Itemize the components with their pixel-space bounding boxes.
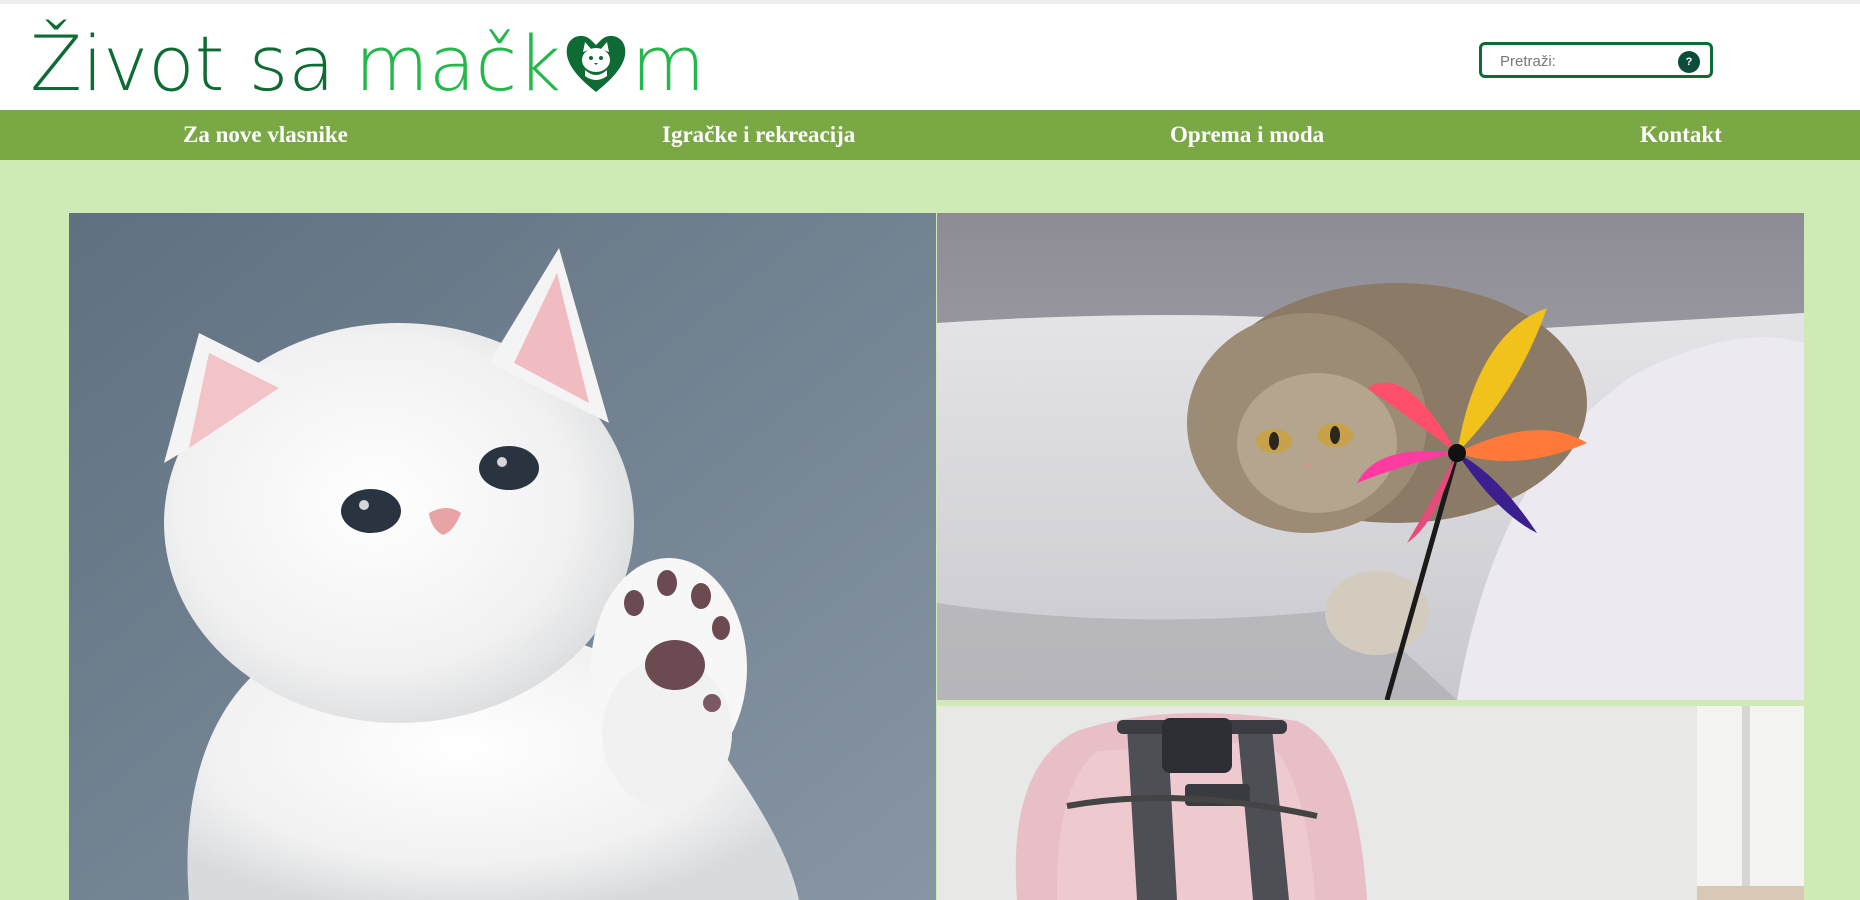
site-logo[interactable]: Život sa mačk m — [30, 24, 705, 104]
nav-item-kontakt[interactable]: Kontakt — [1640, 110, 1722, 160]
white-kitten-photo[interactable] — [69, 213, 936, 900]
search-box: ? — [1479, 42, 1713, 78]
nav-item-za-nove-vlasnike[interactable]: Za nove vlasnike — [183, 110, 348, 160]
nav-item-oprema-i-moda[interactable]: Oprema i moda — [1170, 110, 1324, 160]
logo-text-part1: Život sa — [30, 19, 335, 108]
search-input[interactable] — [1500, 51, 1676, 71]
pink-pet-carrier-photo[interactable] — [937, 706, 1804, 900]
nav-item-igracke-i-rekreacija[interactable]: Igračke i rekreacija — [662, 110, 855, 160]
logo-text-part3: m — [631, 19, 706, 108]
site-header: Život sa mačk m ? — [0, 4, 1860, 110]
main-nav: Za nove vlasnike Igračke i rekreacija Op… — [0, 110, 1860, 160]
cat-with-feather-toy-photo[interactable] — [937, 213, 1804, 700]
heart-cat-icon — [563, 30, 629, 96]
logo-text-part2: mačk — [354, 19, 562, 108]
question-icon[interactable]: ? — [1678, 51, 1700, 73]
hero-gallery — [69, 213, 1804, 900]
